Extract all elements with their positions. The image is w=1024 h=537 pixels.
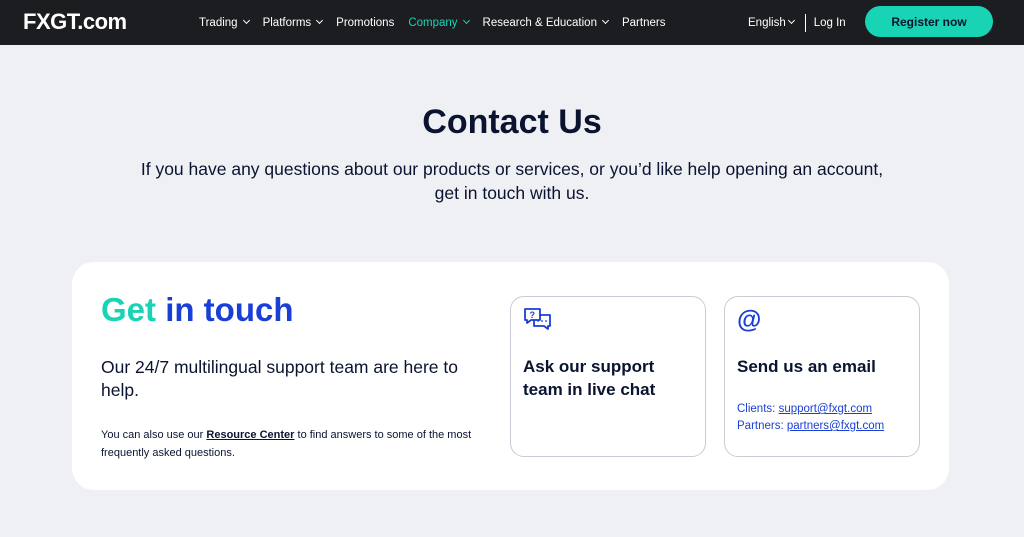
- heading-part-2: in touch: [165, 291, 294, 328]
- resource-center-link[interactable]: Resource Center: [206, 429, 294, 441]
- language-label: English: [748, 16, 786, 29]
- email-title: Send us an email: [737, 357, 876, 376]
- get-in-touch-heading: Get in touch: [101, 290, 294, 330]
- nav-item-trading[interactable]: Trading: [199, 16, 250, 29]
- email-contacts: Clients: support@fxgt.com Partners: part…: [737, 401, 884, 435]
- page-title: Contact Us: [422, 103, 602, 141]
- at-sign-icon: @: [737, 306, 767, 334]
- partners-label: Partners:: [737, 420, 784, 432]
- clients-email-link[interactable]: support@fxgt.com: [779, 403, 873, 415]
- svg-text:@: @: [737, 307, 761, 333]
- nav-item-research-education[interactable]: Research & Education: [482, 16, 610, 29]
- nav-item-label: Platforms: [262, 16, 312, 29]
- nav-item-label: Partners: [621, 16, 666, 29]
- chevron-down-icon: [316, 16, 324, 25]
- chevron-down-icon: [601, 16, 610, 25]
- chevron-down-icon: [242, 16, 250, 25]
- register-button[interactable]: Register now: [865, 6, 993, 37]
- nav-divider: [804, 13, 806, 32]
- get-in-touch-card: Get in touch Our 24/7 multilingual suppo…: [72, 262, 949, 490]
- nav-item-company[interactable]: Company: [408, 16, 470, 29]
- language-selector[interactable]: English: [748, 16, 795, 29]
- fxgt-logo[interactable]: FXGT.com: [23, 8, 127, 36]
- nav-item-label: Promotions: [336, 16, 395, 29]
- nav-right-group: English Log In: [748, 0, 846, 45]
- chat-bubbles-question-icon: ?: [523, 307, 553, 333]
- live-chat-option[interactable]: ? Ask our support team in live chat: [510, 296, 706, 457]
- chevron-down-icon: [787, 16, 795, 25]
- partners-email-link[interactable]: partners@fxgt.com: [787, 420, 884, 432]
- live-chat-title: Ask our support team in live chat: [523, 357, 656, 399]
- chevron-down-icon: [462, 16, 470, 25]
- top-navbar: FXGT.com Trading Platforms Promotions Co…: [0, 0, 1024, 45]
- page-subtitle: If you have any questions about our prod…: [70, 157, 954, 205]
- resource-prefix: You can also use our: [101, 429, 207, 441]
- nav-item-label: Company: [408, 16, 458, 29]
- support-description: Our 24/7 multilingual support team are h…: [101, 357, 458, 400]
- nav-item-promotions[interactable]: Promotions: [336, 17, 394, 29]
- partners-contact-row: Partners: partners@fxgt.com: [737, 418, 884, 435]
- logo-suffix: .com: [77, 9, 127, 34]
- subtitle-line-2: get in touch with us.: [434, 183, 590, 203]
- nav-item-label: Trading: [199, 16, 238, 29]
- clients-contact-row: Clients: support@fxgt.com: [737, 401, 884, 418]
- nav-item-platforms[interactable]: Platforms: [262, 16, 324, 29]
- main-menu: Trading Platforms Promotions Company Res…: [199, 0, 679, 45]
- logo-main: FXGT: [23, 9, 78, 34]
- heading-part-1: Get: [101, 291, 157, 328]
- nav-item-partners[interactable]: Partners: [622, 17, 665, 29]
- login-link[interactable]: Log In: [814, 17, 846, 29]
- subtitle-line-1: If you have any questions about our prod…: [140, 159, 884, 179]
- svg-text:?: ?: [530, 310, 536, 320]
- clients-label: Clients:: [737, 403, 776, 415]
- nav-item-label: Research & Education: [482, 16, 597, 29]
- email-option: @ Send us an email Clients: support@fxgt…: [724, 296, 920, 457]
- resource-center-text: You can also use our Resource Center to …: [101, 426, 481, 462]
